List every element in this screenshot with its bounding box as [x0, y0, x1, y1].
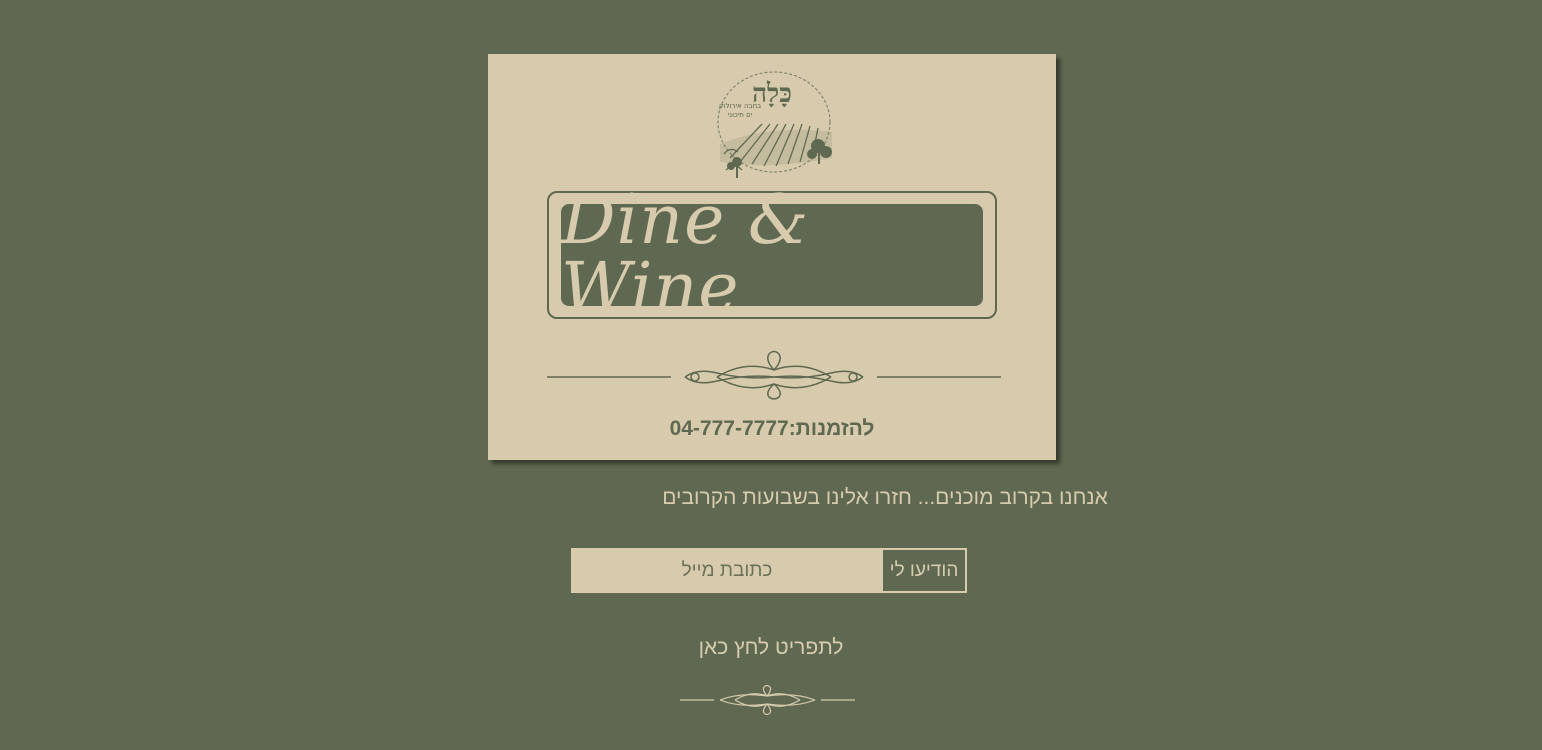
ornamental-divider-icon	[547, 348, 1001, 400]
logo-subtitle-line-2: ים תיכוני	[728, 111, 753, 119]
reservation-phone: להזמנות:04-777-7777	[669, 417, 875, 440]
menu-link[interactable]: לתפריט לחץ כאן	[0, 636, 1542, 660]
logo-subtitle-line-1: בחבה אירולוק	[719, 102, 761, 110]
vineyard-logo-icon: כָּלָה בחבה אירולוק ים תיכוני	[700, 66, 844, 184]
coming-soon-message: אנחנו בקרוב מוכנים... חזרו אלינו בשבועות…	[662, 486, 1108, 509]
title-frame: Dine & Wine	[547, 187, 997, 323]
page-title: Dine & Wine	[561, 181, 810, 328]
notify-me-button[interactable]: הודיעו לי	[881, 550, 965, 591]
bottom-divider-icon	[680, 684, 855, 716]
email-input[interactable]	[573, 550, 881, 591]
title-banner: Dine & Wine	[561, 187, 983, 323]
announcement-card: כָּלָה בחבה אירולוק ים תיכוני Dine & Win…	[488, 54, 1056, 460]
notify-form: הודיעו לי	[571, 548, 967, 593]
